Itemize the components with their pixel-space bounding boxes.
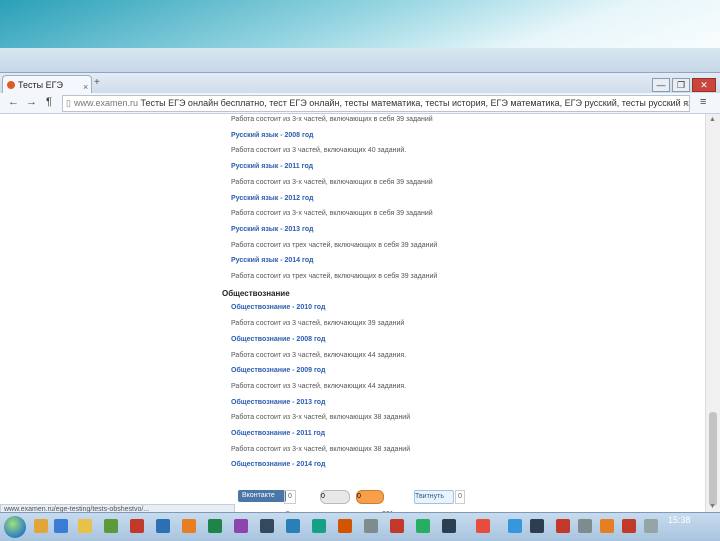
test-description: Работа состоит из 3-х частей, включающих… [231,445,411,453]
vk-share-count: 0 [284,490,296,504]
close-window-button[interactable]: ✕ [692,78,716,92]
twitter-share-button[interactable]: Твитнуть [414,490,454,504]
word-icon[interactable] [156,519,170,533]
app2-icon[interactable] [234,519,248,533]
browser-menu-icon[interactable]: ≡ [700,96,706,108]
app3-icon[interactable] [260,519,274,533]
app4-icon[interactable] [286,519,300,533]
windows-taskbar: 15:38 [0,512,720,541]
start-button[interactable] [4,516,26,538]
site-favicon-icon [7,81,15,89]
reader-icon[interactable]: ¶ [46,96,52,108]
app8-icon[interactable] [416,519,430,533]
tab-strip: Тесты ЕГЭ онлайн × + —❐✕ [0,73,720,94]
test-description: Работа состоит из 3 частей, включающих 4… [231,147,407,155]
test-link[interactable]: Обществознание - 2008 год [231,336,325,343]
ok-like-button[interactable]: 0 [356,490,384,504]
scroll-up-icon[interactable]: ▲ [709,116,716,123]
app7-icon[interactable] [390,519,404,533]
tray-icon-2[interactable] [578,519,592,533]
test-description: Работа состоит из 3 частей, включающих 4… [231,382,407,390]
volume-icon[interactable] [644,519,658,533]
back-button[interactable]: ← [8,96,19,108]
ok-share-count: 0 [321,493,325,500]
language-icon[interactable] [508,519,522,533]
test-link[interactable]: Русский язык - 2013 год [231,226,313,233]
app9-icon[interactable] [442,519,456,533]
yandex-browser-icon[interactable] [476,519,490,533]
twitter-share-count: 0 [455,490,465,504]
vertical-scrollbar[interactable]: ▲ ▼ [705,114,720,513]
page-icon: ▯ [66,98,71,108]
app-icon[interactable] [130,519,144,533]
test-description: Работа состоит из 3 частей, включающих 4… [231,351,407,359]
test-description: Работа состоит из 3-х частей, включающих… [231,210,433,218]
excel-icon[interactable] [208,519,222,533]
twitter-share-label: Твитнуть [415,493,445,500]
address-host: www.examen.ru [73,98,138,108]
ok-like-count: 0 [357,493,361,500]
test-link[interactable]: Обществознание - 2011 год [231,430,325,437]
clock[interactable]: 15:38 [668,515,691,526]
yandex-icon[interactable] [338,519,352,533]
test-link[interactable]: Русский язык - 2008 год [231,132,313,139]
ie-icon[interactable] [54,519,68,533]
desktop-wallpaper [0,0,720,72]
tray-icon-4[interactable] [622,519,636,533]
powerpoint-icon[interactable] [182,519,196,533]
tray-icon-3[interactable] [600,519,614,533]
new-tab-button[interactable]: + [94,77,100,88]
browser-window: Тесты ЕГЭ онлайн × + —❐✕ ← → ¶ ▯www.exam… [0,72,720,518]
navigation-bar: ← → ¶ ▯ www.examen.ru Тесты ЕГЭ онлайн бе… [0,93,720,114]
media-icon[interactable] [104,519,118,533]
window-frame-top [0,48,720,72]
maximize-button[interactable]: ❐ [672,78,690,92]
ok-share-button[interactable]: 0 [320,490,350,504]
test-description: Работа состоит из 3-х частей, включающих… [231,178,433,186]
scrollbar-thumb[interactable] [709,412,717,506]
test-description: Работа состоит из трех частей, включающи… [231,273,438,280]
test-description: Работа состоит из 3 частей, включающих 3… [231,320,405,328]
tab-active[interactable]: Тесты ЕГЭ онлайн × [2,75,92,94]
section-heading: Обществознание [222,288,290,298]
test-description: Работа состоит из трех частей, включающи… [231,241,438,249]
folder-icon[interactable] [78,519,92,533]
test-link[interactable]: Обществознание - 2009 год [231,367,325,374]
app5-icon[interactable] [312,519,326,533]
scroll-down-icon[interactable]: ▼ [709,503,716,510]
tray-icon-1[interactable] [556,519,570,533]
tab-close-icon[interactable]: × [83,78,88,94]
test-link[interactable]: Русский язык - 2014 год [231,257,313,264]
test-link[interactable]: Русский язык - 2011 год [231,163,313,170]
test-link[interactable]: Русский язык - 2012 год [231,195,313,202]
window-controls: — ❐ ✕ [650,75,716,92]
explorer-icon[interactable] [34,519,48,533]
test-link[interactable]: Обществознание - 2010 год [231,304,325,311]
page-content: Работа состоит из 3-х частей, включающих… [0,114,706,513]
info-icon[interactable] [530,519,544,533]
app6-icon[interactable] [364,519,378,533]
forward-button[interactable]: → [26,96,37,108]
test-link[interactable]: Обществознание - 2014 год [231,461,325,468]
test-description: Работа состоит из 3-х частей, включающих… [231,414,411,422]
test-link[interactable]: Обществознание - 2013 год [231,399,325,406]
vk-share-label: Вконтакте [242,492,275,499]
minimize-button[interactable]: — [652,78,670,92]
address-page-title: Тесты ЕГЭ онлайн бесплатно, тест ЕГЭ онл… [140,98,690,108]
vk-share-button[interactable]: Вконтакте [238,490,286,502]
address-bar[interactable]: ▯ www.examen.ru Тесты ЕГЭ онлайн бесплатн… [62,95,690,112]
test-description: Работа состоит из 3-х частей, включающих… [231,116,433,123]
clock-time: 15:38 [668,515,691,525]
